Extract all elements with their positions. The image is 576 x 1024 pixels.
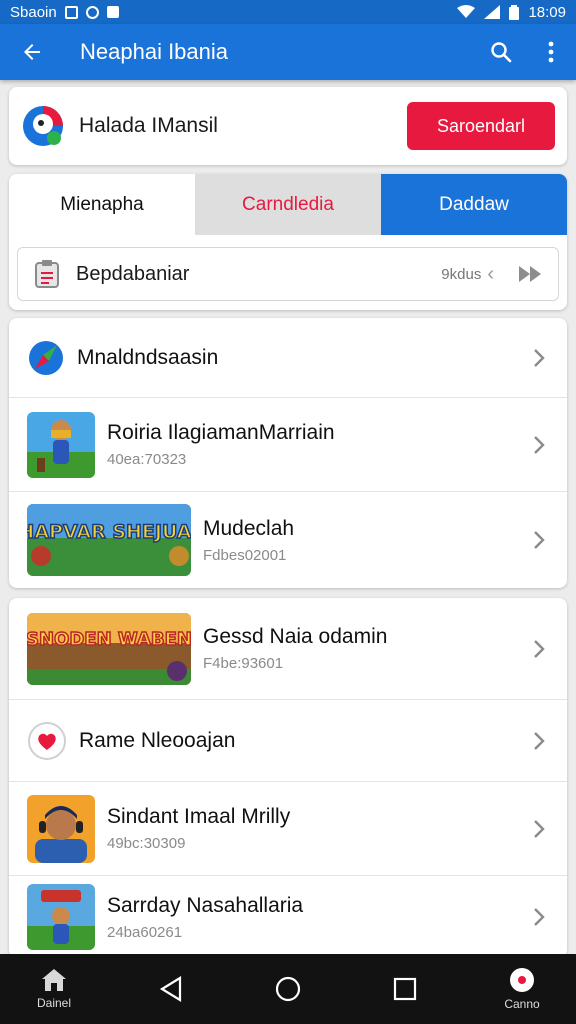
- home-circle-button[interactable]: [258, 976, 318, 1002]
- item-subtitle: F4be:93601: [203, 655, 284, 672]
- game-thumbnail: [27, 411, 95, 478]
- item-title: Sarrday Nasahallaria: [107, 893, 304, 917]
- sort-label: 9kdus: [441, 265, 482, 283]
- item-title: Mnaldndsaasin: [77, 345, 219, 369]
- bottom-nav-bar: Dainel Canno: [0, 954, 576, 1024]
- primary-action-button[interactable]: Saroendarl: [407, 102, 555, 150]
- tab-bar: Mienapha Carndledia Daddaw: [9, 174, 567, 235]
- item-title: Gessd Naia odamin: [203, 625, 388, 648]
- list-item[interactable]: SHAPVAR SHEJUAIA Mudeclah Fdbes02001: [9, 492, 567, 588]
- chevron-right-icon: [531, 635, 547, 663]
- home-label: Dainel: [36, 996, 72, 1010]
- chevron-right-icon: [531, 903, 547, 931]
- tab-1[interactable]: Mienapha: [9, 174, 195, 235]
- search-icon: [491, 42, 512, 63]
- heart-icon: [28, 721, 66, 760]
- avatar-thumbnail: [27, 794, 95, 863]
- status-bar: Sbaoin 18:09: [0, 0, 576, 24]
- square-recents-icon: [393, 977, 417, 1001]
- thumbnail-text: SNODEN WABEN: [27, 629, 191, 650]
- home-icon: [42, 969, 66, 991]
- signal-icon: [484, 5, 501, 19]
- triangle-back-icon: [159, 976, 182, 1002]
- page-title: Neaphai Ibania: [80, 39, 229, 64]
- back-button[interactable]: [0, 24, 64, 80]
- item-subtitle: 49bc:30309: [107, 835, 186, 852]
- circle-home-icon: [275, 976, 301, 1002]
- app-logo-icon: [23, 106, 63, 146]
- game-thumbnail: SNODEN WABEN: [27, 612, 191, 685]
- status-text: Sbaoin: [10, 3, 57, 21]
- fast-forward-icon[interactable]: [518, 264, 544, 284]
- compass-icon: [29, 340, 63, 375]
- search-button[interactable]: [476, 24, 526, 80]
- list-item[interactable]: Mnaldndsaasin: [9, 318, 567, 398]
- arrow-left-icon: [24, 44, 40, 60]
- list-item[interactable]: Rame Nleooajan: [9, 700, 567, 782]
- document-icon: [35, 260, 59, 288]
- filter-label: Bepdabaniar: [76, 262, 190, 285]
- game-thumbnail: [27, 884, 95, 950]
- profile-name: Halada IMansil: [79, 114, 218, 137]
- list-item[interactable]: Sarrday Nasahallaria 24ba60261: [9, 876, 567, 958]
- item-subtitle: Fdbes02001: [203, 546, 287, 564]
- battery-icon: [509, 4, 520, 20]
- app-bar: Neaphai Ibania: [0, 24, 576, 80]
- profile-nav-button[interactable]: Canno: [492, 967, 552, 1011]
- item-title: Roiria IlagiamanMarriain: [107, 421, 335, 444]
- game-thumbnail: SHAPVAR SHEJUAIA: [27, 504, 191, 576]
- wifi-icon: [457, 5, 476, 18]
- chevron-right-icon: [531, 815, 547, 843]
- chevron-right-icon: [531, 431, 547, 459]
- filter-bar[interactable]: Bepdabaniar 9kdus ‹: [17, 247, 559, 301]
- profile-label: Canno: [504, 997, 540, 1011]
- item-subtitle: 24ba60261: [107, 923, 183, 941]
- tab-2[interactable]: Carndledia: [195, 174, 381, 235]
- item-title: Sindant Imaal Mrilly: [107, 805, 291, 828]
- chevron-right-icon: [531, 526, 547, 554]
- item-subtitle: 40ea:70323: [107, 451, 187, 468]
- back-nav-button[interactable]: [141, 976, 201, 1002]
- item-title: Rame Nleooajan: [79, 728, 236, 752]
- notification-icon: [64, 5, 78, 19]
- list-section-2: SNODEN WABEN Gessd Naia odamin F4be:9360…: [9, 598, 567, 958]
- more-options-button[interactable]: [526, 24, 576, 80]
- item-title: Mudeclah: [203, 516, 295, 540]
- thumbnail-text: SHAPVAR SHEJUAIA: [27, 521, 191, 543]
- status-time: 18:09: [528, 3, 566, 21]
- list-item[interactable]: SNODEN WABEN Gessd Naia odamin F4be:9360…: [9, 598, 567, 700]
- list-item[interactable]: Sindant Imaal Mrilly 49bc:30309: [9, 782, 567, 876]
- sync-icon: [85, 5, 99, 19]
- list-item[interactable]: Roiria IlagiamanMarriain 40ea:70323: [9, 398, 567, 492]
- record-icon: [510, 968, 534, 992]
- chevron-right-icon: [531, 727, 547, 755]
- home-nav-button[interactable]: Dainel: [24, 968, 84, 1010]
- tab-3[interactable]: Daddaw: [381, 174, 567, 235]
- chevron-right-icon: [531, 344, 547, 372]
- profile-card: Halada IMansil Saroendarl: [9, 87, 567, 165]
- list-section-1: Mnaldndsaasin Roiria IlagiamanMarriain 4…: [9, 318, 567, 588]
- download-icon: [106, 6, 119, 18]
- recents-button[interactable]: [375, 977, 435, 1001]
- tabs-card: Mienapha Carndledia Daddaw Bepdabaniar 9…: [9, 174, 567, 310]
- chevron-left-icon[interactable]: ‹: [487, 263, 494, 286]
- more-vert-icon: [548, 41, 554, 63]
